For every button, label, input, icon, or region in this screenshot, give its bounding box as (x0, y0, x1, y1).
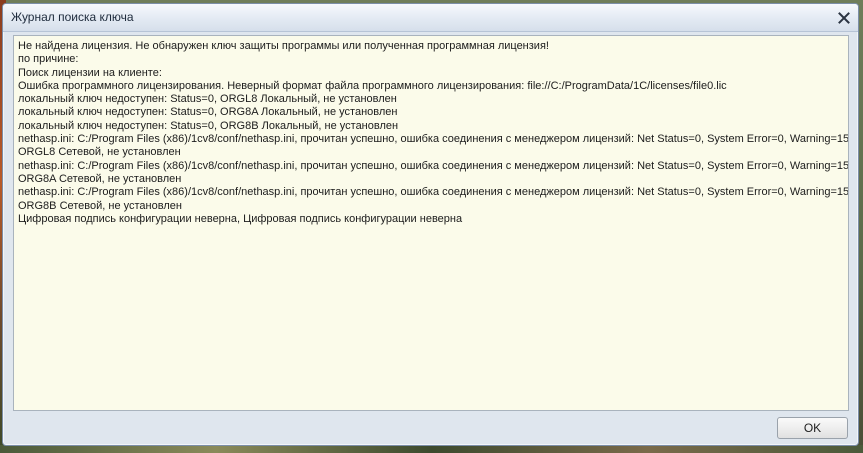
ok-button[interactable]: OK (777, 417, 848, 439)
log-line: Цифровая подпись конфигурации неверна, Ц… (18, 212, 463, 225)
close-icon (837, 11, 850, 24)
log-line: ORG8B Сетевой, не установлен (18, 199, 182, 212)
log-line: Поиск лицензии на клиенте: (18, 66, 162, 79)
key-search-log-dialog: Журнал поиска ключа Не найдена лицензия.… (2, 3, 859, 446)
desktop-background-bottom (0, 445, 863, 453)
log-line: ORGL8 Сетевой, не установлен (18, 146, 181, 159)
close-button[interactable] (833, 7, 854, 28)
log-line: Не найдена лицензия. Не обнаружен ключ з… (18, 40, 549, 52)
window-title: Журнал поиска ключа (11, 10, 134, 24)
log-line: nethasp.ini: C:/Program Files (x86)/1cv8… (18, 133, 849, 146)
log-line: Ошибка программного лицензирования. Неве… (18, 79, 727, 92)
log-line: локальный ключ недоступен: Status=0, ORG… (18, 93, 397, 106)
log-line: локальный ключ недоступен: Status=0, ORG… (18, 119, 399, 132)
log-line: nethasp.ini: C:/Program Files (x86)/1cv8… (18, 186, 849, 199)
log-text-area[interactable]: Не найдена лицензия. Не обнаружен ключ з… (13, 35, 849, 411)
title-bar[interactable]: Журнал поиска ключа (3, 4, 858, 32)
log-line: локальный ключ недоступен: Status=0, ORG… (18, 106, 398, 119)
log-line: ORG8A Сетевой, не установлен (18, 172, 182, 185)
log-line: nethasp.ini: C:/Program Files (x86)/1cv8… (18, 159, 849, 172)
log-line: по причине: (18, 53, 79, 66)
